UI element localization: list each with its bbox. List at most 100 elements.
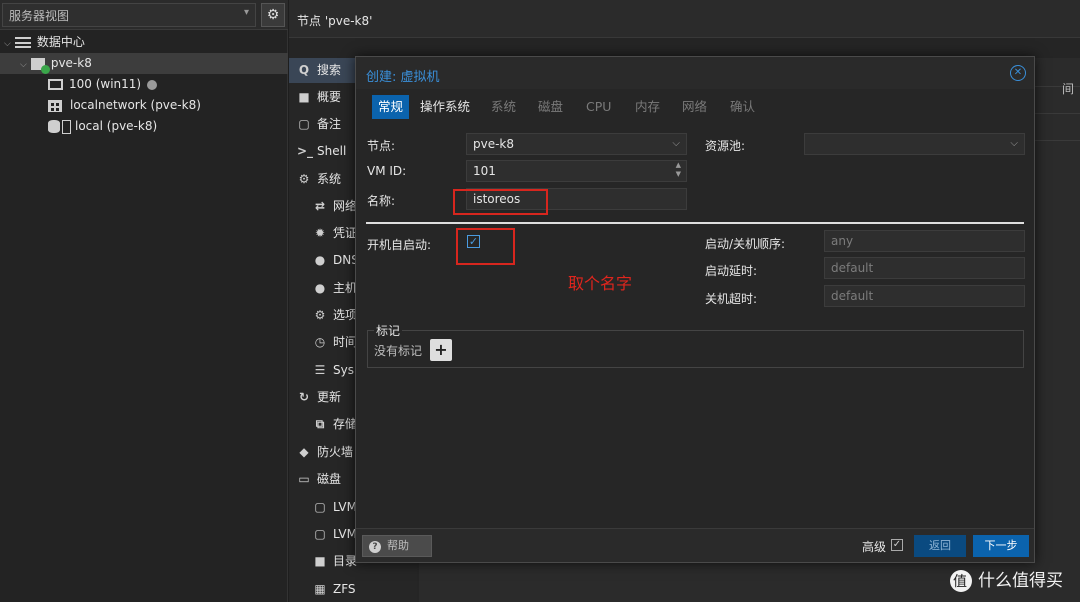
pool-select[interactable]: ⌵ xyxy=(804,133,1025,155)
certificate-icon: ✹ xyxy=(314,226,326,240)
resource-tree: 服务器视图 ▾ ⚙ ⌵ 数据中心 ⌵ pve-k8 100 (win11) loca… xyxy=(0,0,288,602)
refresh-icon: ↻ xyxy=(298,390,310,404)
chevron-down-icon: ⌵ xyxy=(672,138,680,149)
tab-disks[interactable]: 磁盘 xyxy=(538,95,563,119)
tree-item-vm[interactable]: 100 (win11) xyxy=(48,74,288,95)
storage-icon xyxy=(62,119,71,134)
nav-label: LVM xyxy=(333,500,357,514)
name-label: 名称: xyxy=(367,194,396,208)
help-label: 帮助 xyxy=(387,539,409,552)
tree-item-datacenter[interactable]: ⌵ 数据中心 xyxy=(4,32,288,53)
tree-item-network[interactable]: localnetwork (pve-k8) xyxy=(48,95,288,116)
gear-icon: ⚙ xyxy=(266,7,280,23)
note-icon: ▢ xyxy=(298,117,310,131)
vmid-value: 101 xyxy=(473,164,496,178)
tree-settings-button[interactable]: ⚙ xyxy=(261,3,285,27)
database-icon xyxy=(48,120,60,133)
online-status-icon xyxy=(40,64,50,74)
create-vm-dialog: 创建: 虚拟机 ✕ 常规 操作系统 系统 磁盘 CPU 内存 网络 确认 节点:… xyxy=(355,56,1035,563)
nav-label: 目录 xyxy=(333,554,358,568)
nav-label: 备注 xyxy=(317,117,342,131)
node-select[interactable]: pve-k8 ⌵ xyxy=(466,133,687,155)
startup-delay-label: 启动延时: xyxy=(705,264,758,278)
tab-os[interactable]: 操作系统 xyxy=(420,95,470,119)
tree-item-label: local (pve-k8) xyxy=(75,119,158,133)
page-title: 节点 'pve-k8' xyxy=(289,0,1080,38)
list-icon: ☰ xyxy=(314,363,326,377)
add-tag-button[interactable]: + xyxy=(430,339,452,361)
help-button[interactable]: ? 帮助 xyxy=(362,535,432,557)
question-icon: ? xyxy=(369,541,381,553)
hdd-icon: ▭ xyxy=(298,472,310,486)
clock-icon: ◷ xyxy=(314,335,326,349)
tab-memory[interactable]: 内存 xyxy=(635,95,660,119)
node-select-value: pve-k8 xyxy=(473,137,515,151)
grid-icon: ▦ xyxy=(314,582,326,596)
onboot-label: 开机自启动: xyxy=(367,238,432,252)
nav-label: 系统 xyxy=(317,172,342,186)
order-input[interactable]: any xyxy=(824,230,1025,252)
tree-item-node[interactable]: ⌵ pve-k8 xyxy=(0,53,288,74)
copy-icon: ⧉ xyxy=(315,417,325,431)
nav-label: 磁盘 xyxy=(317,472,342,486)
watermark-text: 什么值得买 xyxy=(978,571,1063,591)
pool-label: 资源池: xyxy=(705,139,746,153)
annotation-text: 取个名字 xyxy=(568,274,633,293)
chevron-down-icon[interactable]: ⌵ xyxy=(20,60,27,70)
shield-icon: ◆ xyxy=(299,445,309,459)
spinner-arrows-icon[interactable]: ▲ ▼ xyxy=(676,161,681,179)
advanced-checkbox[interactable]: ✓ xyxy=(891,539,903,551)
nav-label: 网络 xyxy=(333,199,358,213)
gear-icon: ⚙ xyxy=(314,308,326,322)
search-icon: Q xyxy=(298,63,310,77)
order-label: 启动/关机顺序: xyxy=(705,237,786,251)
stopped-status-icon xyxy=(147,79,158,90)
monitor-icon xyxy=(48,79,63,90)
datacenter-icon xyxy=(14,37,31,48)
dialog-body: 节点: pve-k8 ⌵ VM ID: 101 ▲ ▼ 名称: istoreos … xyxy=(356,125,1034,528)
nav-label: Shell xyxy=(317,144,347,158)
annotation-box-name xyxy=(453,189,548,215)
column-header-fragment: 间 xyxy=(1061,82,1074,96)
globe-icon: ● xyxy=(314,281,326,295)
nav-label: ZFS xyxy=(333,582,356,596)
tree-item-label: pve-k8 xyxy=(50,56,92,70)
vmid-label: VM ID: xyxy=(367,164,407,178)
close-icon[interactable]: ✕ xyxy=(1010,65,1026,81)
tab-network[interactable]: 网络 xyxy=(682,95,707,119)
startup-delay-input[interactable]: default xyxy=(824,257,1025,279)
tags-legend: 标记 xyxy=(374,322,403,339)
tree-item-storage[interactable]: local (pve-k8) xyxy=(48,116,288,137)
nav-label: 凭证 xyxy=(333,226,358,240)
annotation-box-onboot xyxy=(456,228,515,265)
nav-item-zfs[interactable]: ▦ ZFS xyxy=(289,577,417,602)
nav-label: 选项 xyxy=(333,308,358,322)
nav-label: 防火墙 xyxy=(317,445,354,459)
nav-label: 搜索 xyxy=(317,63,342,77)
tab-confirm[interactable]: 确认 xyxy=(730,95,755,119)
dialog-header: 创建: 虚拟机 ✕ xyxy=(356,57,1034,89)
watermark: 什么值得买 xyxy=(950,566,1063,592)
tab-cpu[interactable]: CPU xyxy=(586,95,611,119)
dialog-title: 创建: 虚拟机 xyxy=(366,70,440,85)
chevron-down-icon: ▾ xyxy=(243,7,249,18)
nav-label: 存储 xyxy=(333,417,358,431)
square-icon: ▢ xyxy=(314,500,326,514)
next-button[interactable]: 下一步 xyxy=(973,535,1029,557)
globe-icon: ● xyxy=(314,253,326,267)
nav-label: Sys xyxy=(333,363,354,377)
folder-icon: ■ xyxy=(314,554,326,568)
nav-label: 主机 xyxy=(333,281,358,295)
view-selector[interactable]: 服务器视图 ▾ xyxy=(2,3,256,27)
tab-system[interactable]: 系统 xyxy=(491,95,516,119)
shutdown-timeout-input[interactable]: default xyxy=(824,285,1025,307)
nav-label: 更新 xyxy=(317,390,342,404)
tree-item-label: 数据中心 xyxy=(36,35,85,49)
chevron-down-icon[interactable]: ⌵ xyxy=(4,39,11,49)
back-button[interactable]: 返回 xyxy=(914,535,966,557)
tab-general[interactable]: 常规 xyxy=(372,95,410,119)
tree-toolbar: 服务器视图 ▾ ⚙ xyxy=(0,0,288,30)
section-divider xyxy=(366,222,1024,224)
vmid-spinner[interactable]: 101 ▲ ▼ xyxy=(466,160,687,182)
book-icon: ■ xyxy=(298,90,310,104)
